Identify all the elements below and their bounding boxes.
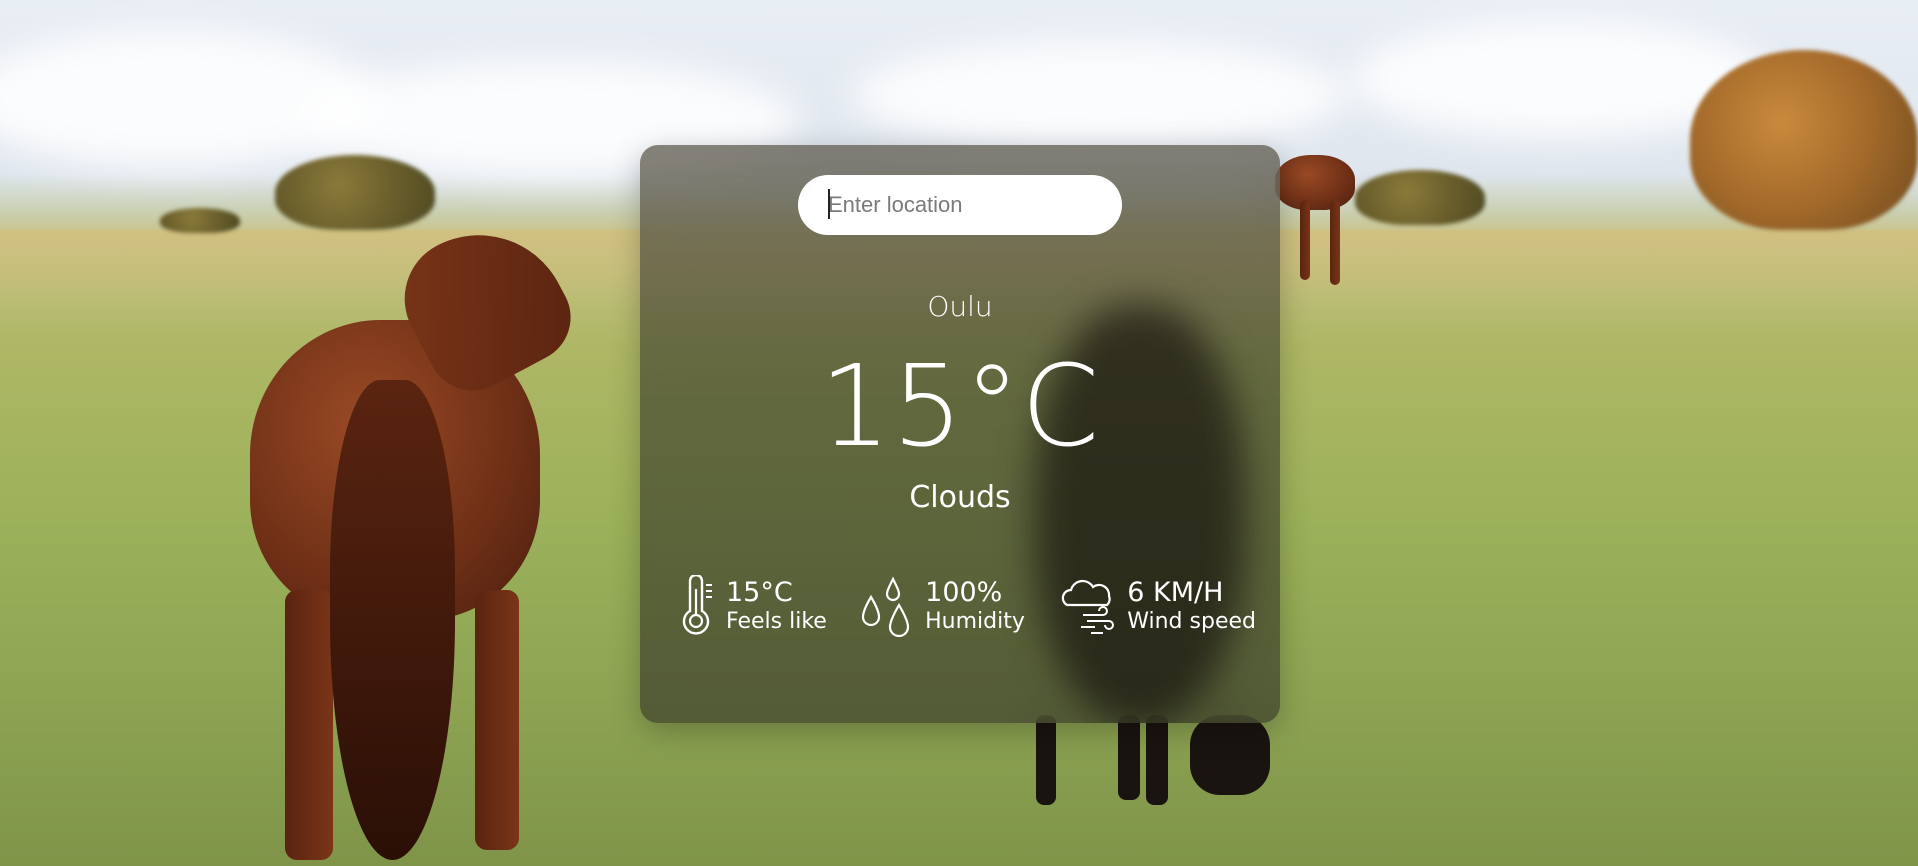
horse-left-leg	[475, 590, 519, 850]
bush-left	[160, 208, 240, 233]
feels-like-detail: 15°C Feels like	[676, 575, 827, 637]
weather-condition: Clouds	[909, 480, 1011, 515]
bush-right	[1355, 170, 1485, 225]
humidity-drops-icon	[859, 575, 915, 637]
cloud-shape	[850, 40, 1350, 150]
location-search-input[interactable]	[798, 175, 1122, 235]
dark-horse-head	[1190, 715, 1270, 795]
weather-details: 15°C Feels like 100% Humidity 6 KM/H Win…	[676, 575, 1256, 637]
text-caret	[828, 189, 830, 219]
humidity-value: 100%	[925, 576, 1003, 608]
dark-horse-leg	[1036, 715, 1056, 805]
weather-card: Oulu 15°C Clouds 15°C Feels like	[640, 145, 1280, 723]
dark-horse-leg	[1146, 715, 1168, 805]
wind-cloud-icon	[1057, 575, 1117, 637]
tree-right	[1690, 50, 1918, 230]
horse-left-tail	[330, 380, 455, 860]
feels-like-text: 15°C Feels like	[726, 577, 827, 636]
humidity-detail: 100% Humidity	[859, 575, 1025, 637]
current-temperature: 15°C	[819, 342, 1101, 472]
dark-horse-leg	[1118, 715, 1140, 800]
wind-speed-text: 6 KM/H Wind speed	[1127, 577, 1256, 636]
tree-left	[275, 155, 435, 230]
horse-left-leg	[285, 590, 333, 860]
horse-far-leg	[1330, 200, 1340, 285]
thermometer-icon	[676, 575, 716, 637]
background-photo: Oulu 15°C Clouds 15°C Feels like	[0, 0, 1918, 866]
wind-speed-label: Wind speed	[1127, 609, 1256, 634]
wind-speed-value: 6 KM/H	[1127, 576, 1224, 608]
horse-far-body	[1275, 155, 1355, 210]
horse-far-leg	[1300, 200, 1310, 280]
city-name: Oulu	[927, 290, 993, 323]
humidity-label: Humidity	[925, 609, 1025, 634]
feels-like-value: 15°C	[726, 576, 793, 608]
humidity-text: 100% Humidity	[925, 577, 1025, 636]
feels-like-label: Feels like	[726, 609, 827, 634]
wind-speed-detail: 6 KM/H Wind speed	[1057, 575, 1256, 637]
